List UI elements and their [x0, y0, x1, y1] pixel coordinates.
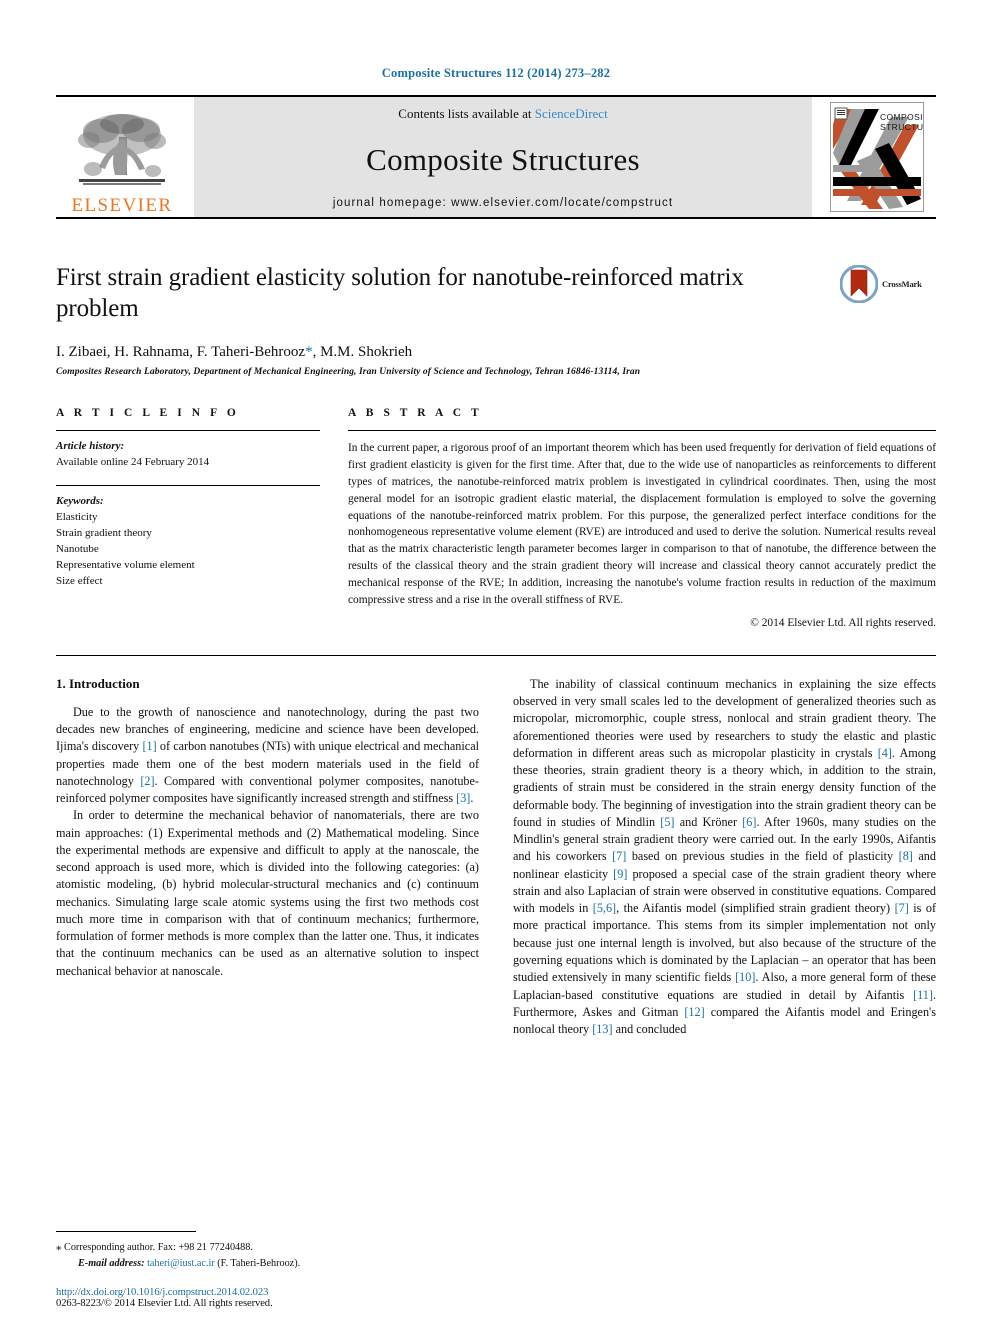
citation-ref[interactable]: [5,6] — [593, 901, 616, 915]
citation-ref[interactable]: [6] — [742, 815, 756, 829]
email-label: E-mail address: — [78, 1257, 145, 1269]
paragraph: In order to determine the mechanical beh… — [56, 808, 479, 978]
paragraph-text: and concluded — [612, 1022, 687, 1037]
citation-ref[interactable]: [5] — [660, 815, 674, 829]
asterisk-icon: ⁎ — [56, 1241, 62, 1254]
keywords-block: Keywords: Elasticity Strain gradient the… — [56, 494, 320, 590]
abstract-copyright: © 2014 Elsevier Ltd. All rights reserved… — [750, 616, 936, 629]
journal-cover: COMPOSITE STRUCTURES — [818, 97, 936, 217]
citation-ref[interactable]: [3] — [456, 791, 470, 805]
citation-ref[interactable]: [12] — [684, 1005, 704, 1019]
keywords-label: Keywords: — [56, 494, 104, 507]
masthead-center: Contents lists available at ScienceDirec… — [194, 97, 812, 217]
contents-prefix: Contents lists available at — [398, 106, 535, 121]
keyword-item: Strain gradient theory — [56, 526, 152, 539]
author-list: I. Zibaei, H. Rahnama, F. Taheri-Behrooz… — [56, 344, 828, 361]
paragraph: Due to the growth of nanoscience and nan… — [56, 704, 479, 808]
abstract-heading: A B S T R A C T — [348, 407, 483, 419]
crossmark-badge[interactable]: CrossMark — [840, 263, 936, 303]
paragraph-text: based on previous studies in the field o… — [626, 849, 899, 864]
issn-copyright: 0263-8223/© 2014 Elsevier Ltd. All right… — [56, 1298, 273, 1309]
abstract-rule — [348, 430, 936, 431]
article-info-column: A R T I C L E I N F O Article history: A… — [56, 407, 320, 629]
citation-ref[interactable]: [4] — [878, 746, 892, 760]
elsevier-wordmark: ELSEVIER — [71, 195, 173, 216]
footnote-area: ⁎ Corresponding author. Fax: +98 21 7724… — [56, 1231, 456, 1271]
body-column-right: The inability of classical continuum mec… — [513, 676, 936, 1039]
citation-ref[interactable]: [13] — [592, 1022, 612, 1036]
email-link[interactable]: taheri@iust.ac.ir — [147, 1258, 215, 1269]
citation-ref[interactable]: [7] — [895, 901, 909, 915]
email-note: E-mail address: taheri@iust.ac.ir (F. Ta… — [56, 1256, 456, 1271]
sciencedirect-link[interactable]: ScienceDirect — [535, 106, 608, 121]
citation-ref[interactable]: [10] — [735, 970, 755, 984]
journal-title: Composite Structures — [366, 141, 640, 177]
citation-ref[interactable]: [2] — [140, 774, 154, 788]
svg-text:STRUCTURES: STRUCTURES — [880, 122, 923, 132]
article-history-label: Article history: — [56, 440, 125, 452]
body-column-left: 1. Introduction Due to the growth of nan… — [56, 676, 479, 1039]
footnote-rule — [56, 1231, 196, 1233]
svg-text:COMPOSITE: COMPOSITE — [880, 112, 923, 122]
article-info-heading: A R T I C L E I N F O — [56, 407, 240, 419]
article-info-rule — [56, 430, 320, 431]
page-footer: http://dx.doi.org/10.1016/j.compstruct.2… — [56, 1287, 476, 1309]
citation-ref[interactable]: [9] — [613, 867, 627, 881]
keyword-item: Representative volume element — [56, 558, 195, 571]
running-head: Composite Structures 112 (2014) 273–282 — [381, 66, 611, 80]
body-separator-rule — [56, 654, 936, 656]
journal-homepage-line[interactable]: journal homepage: www.elsevier.com/locat… — [333, 197, 673, 209]
journal-cover-image: COMPOSITE STRUCTURES — [830, 102, 924, 212]
citation-ref[interactable]: [11] — [913, 988, 933, 1002]
paragraph: The inability of classical continuum mec… — [513, 676, 936, 1039]
title-text-group: First strain gradient elasticity solutio… — [56, 263, 840, 377]
abstract-column: A B S T R A C T In the current paper, a … — [348, 407, 936, 629]
abstract-text: In the current paper, a rigorous proof o… — [348, 442, 936, 606]
crossmark-icon — [840, 265, 878, 303]
email-suffix: (F. Taheri-Behrooz). — [214, 1257, 301, 1269]
contents-available-line: Contents lists available at ScienceDirec… — [398, 106, 607, 122]
section-heading-introduction: 1. Introduction — [56, 675, 140, 691]
doi-link[interactable]: http://dx.doi.org/10.1016/j.compstruct.2… — [56, 1287, 476, 1298]
body-columns: 1. Introduction Due to the growth of nan… — [56, 676, 936, 1039]
citation-ref[interactable]: [1] — [142, 739, 156, 753]
corresponding-author-note: ⁎ Corresponding author. Fax: +98 21 7724… — [56, 1239, 456, 1256]
corresponding-author-marker[interactable]: * — [305, 344, 313, 360]
title-block: First strain gradient elasticity solutio… — [56, 263, 936, 377]
paragraph-text: The inability of classical continuum mec… — [513, 676, 936, 760]
affiliation: Composites Research Laboratory, Departme… — [56, 367, 641, 377]
paragraph-text: and Kröner — [674, 814, 743, 829]
article-history-value: Available online 24 February 2014 — [56, 455, 210, 468]
info-abstract-section: A R T I C L E I N F O Article history: A… — [56, 407, 936, 629]
keyword-item: Nanotube — [56, 542, 99, 555]
article-history-block: Article history: Available online 24 Feb… — [56, 439, 320, 471]
elsevier-tree-icon — [78, 114, 166, 185]
keyword-item: Elasticity — [56, 510, 98, 523]
paragraph-text: . — [470, 791, 474, 806]
journal-masthead: ELSEVIER Contents lists available at Sci… — [56, 95, 936, 219]
corresponding-author-text: Corresponding author. Fax: +98 21 772404… — [64, 1242, 253, 1254]
journal-article-page: Composite Structures 112 (2014) 273–282 — [0, 0, 992, 1323]
authors-after-star: , M.M. Shokrieh — [312, 344, 413, 360]
crossmark-label: CrossMark — [882, 279, 922, 289]
page-title: First strain gradient elasticity solutio… — [56, 264, 744, 322]
keyword-item: Size effect — [56, 574, 103, 587]
citation-ref[interactable]: [8] — [899, 849, 913, 863]
authors-before-star: I. Zibaei, H. Rahnama, F. Taheri-Behrooz — [56, 344, 306, 360]
elsevier-logo: ELSEVIER — [56, 97, 188, 217]
keywords-rule — [56, 484, 320, 486]
paragraph-text: , the Aifantis model (simplified strain … — [616, 901, 895, 916]
composite-structures-cover-icon: COMPOSITE STRUCTURES — [831, 103, 923, 211]
citation-ref[interactable]: [7] — [612, 849, 626, 863]
